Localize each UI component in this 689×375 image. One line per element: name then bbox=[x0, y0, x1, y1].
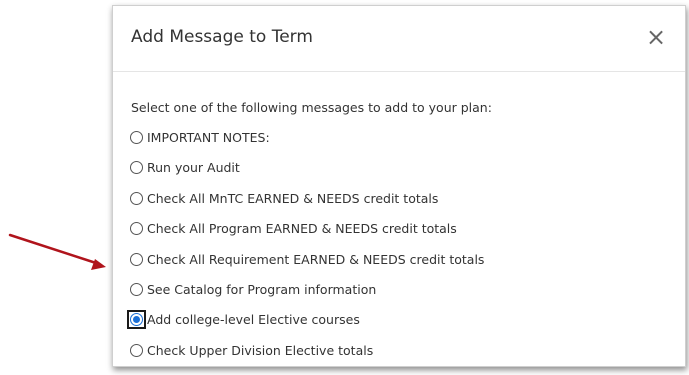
screenshot-stage: Add Message to Term × Select one of the … bbox=[0, 0, 689, 375]
option-label: Check All MnTC EARNED & NEEDS credit tot… bbox=[147, 190, 439, 206]
message-option[interactable]: Check Upper Division Elective totals bbox=[130, 343, 484, 373]
radio-button[interactable] bbox=[130, 343, 143, 357]
message-option-selected[interactable]: Add college-level Elective courses bbox=[127, 310, 484, 342]
message-option[interactable]: See Catalog for Program information bbox=[130, 282, 484, 312]
option-label: Check Upper Division Elective totals bbox=[147, 342, 374, 358]
dialog-prompt: Select one of the following messages to … bbox=[131, 100, 492, 115]
message-option[interactable]: Check All Requirement EARNED & NEEDS cre… bbox=[130, 252, 484, 282]
radio-button[interactable] bbox=[130, 191, 143, 205]
message-option[interactable]: IMPORTANT NOTES: bbox=[130, 130, 484, 160]
message-option[interactable]: Check All Program EARNED & NEEDS credit … bbox=[130, 221, 484, 251]
option-label: See Catalog for Program information bbox=[147, 281, 377, 297]
radio-button[interactable] bbox=[130, 252, 143, 266]
option-label: Check All Requirement EARNED & NEEDS cre… bbox=[147, 251, 485, 267]
option-label: Run your Audit bbox=[147, 160, 240, 176]
message-option[interactable]: Check All MnTC EARNED & NEEDS credit tot… bbox=[130, 191, 484, 221]
option-label: Add college-level Elective courses bbox=[147, 312, 360, 328]
message-option[interactable]: Run your Audit bbox=[130, 160, 484, 190]
radio-button[interactable] bbox=[130, 282, 143, 296]
focus-ring bbox=[127, 310, 146, 330]
radio-button[interactable] bbox=[130, 161, 143, 175]
message-options-list: IMPORTANT NOTES: Run your Audit Check Al… bbox=[127, 130, 484, 373]
dialog-title: Add Message to Term bbox=[131, 27, 313, 47]
radio-button[interactable] bbox=[130, 222, 143, 236]
radio-button-checked[interactable] bbox=[130, 313, 143, 327]
radio-button[interactable] bbox=[130, 131, 143, 144]
option-label: IMPORTANT NOTES: bbox=[147, 130, 270, 145]
option-label: Check All Program EARNED & NEEDS credit … bbox=[147, 221, 457, 237]
add-message-dialog: Add Message to Term × Select one of the … bbox=[112, 5, 686, 367]
dialog-header: Add Message to Term × bbox=[113, 6, 685, 72]
close-button[interactable]: × bbox=[645, 25, 667, 49]
